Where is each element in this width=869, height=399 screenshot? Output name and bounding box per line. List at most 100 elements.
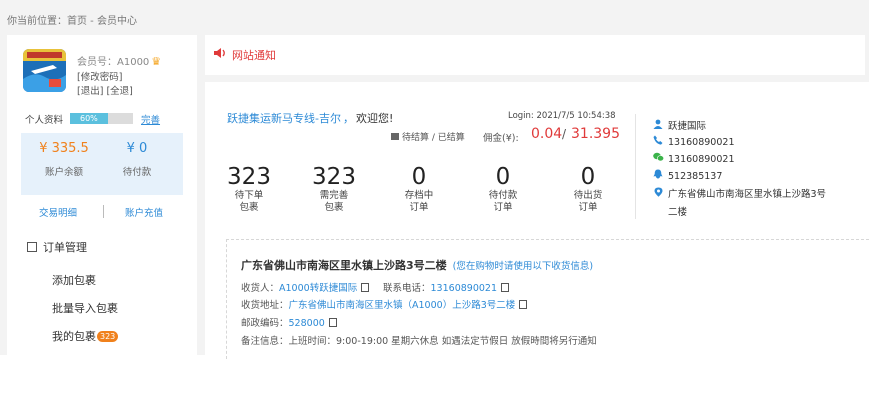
site-notice-title[interactable]: 网站通知	[232, 47, 276, 63]
phone-value: 13160890021	[430, 283, 498, 294]
zip-value: 528000	[288, 318, 325, 329]
welcome-line: 跃捷集运新马专线-吉尔，欢迎您!	[227, 110, 393, 126]
stat-label-line2: 订单	[493, 202, 513, 213]
shipping-address-line: 收货地址：广东省佛山市南海区里水镇（A1000）上沙路3号二楼	[241, 297, 528, 311]
breadcrumb-home-link[interactable]: 首页	[67, 16, 87, 27]
pending-payment-value: ¥ 0	[126, 141, 148, 156]
profile-label: 个人资料	[25, 115, 64, 126]
stat-label-line2: 包裹	[239, 202, 259, 213]
login-time: Login: 2021/7/5 10:54:38	[508, 111, 616, 121]
menu-item-label: 我的包裹	[52, 330, 96, 343]
settlement-status: 待结算 / 已结算	[391, 130, 465, 143]
shipping-address-box: 广东省佛山市南海区里水镇上沙路3号二楼 (您在购物时请使用以下收货信息) 收货人：…	[226, 239, 869, 359]
profile-progress-bar: 60%	[70, 113, 133, 124]
stat-pending-order-packages[interactable]: 323 待下单 包裹	[219, 164, 279, 214]
stat-value: 323	[312, 164, 356, 190]
address-value: 广东省佛山市南海区里水镇（A1000）上沙路3号二楼	[288, 300, 516, 311]
stat-pending-shipment-orders[interactable]: 0 待出货 订单	[558, 164, 618, 214]
logout-links: [退出] [全退]	[77, 83, 133, 97]
contact-phone: 13160890021	[652, 135, 735, 148]
welcome-separator: ，	[342, 112, 354, 125]
menu-header-label: 订单管理	[43, 241, 87, 254]
stat-archived-orders[interactable]: 0 存档中 订单	[389, 164, 449, 214]
logout-link[interactable]: [退出]	[77, 86, 103, 97]
recipient-line: 收货人：A1000转跃捷国际	[241, 280, 370, 294]
recharge-link[interactable]: 账户充值	[125, 205, 163, 219]
commission-slash: /	[562, 127, 567, 141]
settled-commission-value: 31.395	[571, 126, 620, 142]
recipient-label: 收货人：	[241, 283, 280, 294]
location-pin-icon	[652, 187, 664, 200]
member-dashboard: 跃捷集运新马专线-吉尔，欢迎您! Login: 2021/7/5 10:54:3…	[205, 82, 869, 359]
copy-icon[interactable]	[519, 300, 528, 309]
account-links: 交易明细 账户充值	[21, 205, 183, 219]
menu-header-orders[interactable]: 订单管理	[27, 239, 87, 255]
copy-icon[interactable]	[361, 283, 370, 292]
complete-profile-link[interactable]: 完善	[141, 112, 160, 126]
stat-label-line2: 包裹	[324, 202, 344, 213]
menu-item-my-packages[interactable]: 我的包裹 323	[52, 328, 119, 344]
copy-icon[interactable]	[328, 318, 337, 327]
contact-qq: 512385137	[652, 169, 722, 182]
account-balance-label: 账户余额	[44, 167, 83, 178]
contact-address-line2: 二楼	[668, 207, 688, 218]
crown-icon: ♛	[151, 55, 162, 68]
contact-name-text: 跃捷国际	[668, 121, 707, 132]
member-number: 会员号：A1000 ♛	[77, 53, 161, 68]
contact-phone-text: 13160890021	[668, 137, 735, 148]
shipping-hint: (您在购物时请使用以下收货信息)	[452, 261, 594, 272]
breadcrumb-current: 会员中心	[96, 16, 137, 27]
stat-incomplete-packages[interactable]: 323 需完善 包裹	[304, 164, 364, 214]
account-balance: ¥ 335.5 账户余额	[29, 141, 99, 178]
note-label: 备注信息：	[241, 336, 289, 347]
stat-label-line2: 订单	[578, 202, 598, 213]
commission-label: 佣金(¥):	[483, 133, 519, 144]
phone-label: 联系电话：	[383, 283, 431, 294]
contact-address: 广东省佛山市南海区里水镇上沙路3号	[652, 186, 826, 200]
stat-value: 0	[495, 164, 511, 190]
contact-qq-text: 512385137	[668, 171, 723, 182]
settlement-label: 待结算 / 已结算	[402, 133, 465, 143]
stat-label-line1: 待出货	[573, 190, 603, 201]
pending-payment: ¥ 0 待付款	[102, 141, 172, 178]
list-icon	[27, 242, 37, 252]
divider	[635, 114, 636, 219]
profile-completion: 个人资料 60% 完善	[25, 112, 195, 126]
contact-wechat: 13160890021	[652, 152, 735, 165]
contact-address-line1: 广东省佛山市南海区里水镇上沙路3号	[668, 189, 827, 200]
zip-line: 邮政编码：528000	[241, 315, 337, 329]
menu-item-batch-import[interactable]: 批量导入包裹	[52, 300, 118, 316]
stat-unpaid-orders[interactable]: 0 待付款 订单	[473, 164, 533, 214]
stat-value: 323	[227, 164, 271, 190]
balance-box: ¥ 335.5 账户余额 ¥ 0 待付款	[21, 133, 183, 195]
sidebar: 会员号：A1000 ♛ [修改密码] [退出] [全退] 个人资料 60% 完善 …	[7, 35, 197, 355]
avatar[interactable]	[23, 49, 66, 92]
divider	[103, 205, 104, 218]
commission-row: 待结算 / 已结算 佣金(¥): 0.04 / 31.395	[391, 126, 621, 144]
shipping-address-title: 广东省佛山市南海区里水镇上沙路3号二楼 (您在购物时请使用以下收货信息)	[241, 257, 593, 273]
zip-label: 邮政编码：	[241, 318, 289, 329]
note-value: 上班时间：9:00-19:00 星期六休息 如遇法定节假日 放假時間将另行通知	[288, 336, 597, 347]
qq-icon	[652, 169, 664, 182]
change-password-link[interactable]: [修改密码]	[77, 69, 122, 83]
copy-icon[interactable]	[501, 283, 510, 292]
transactions-link[interactable]: 交易明细	[39, 205, 77, 219]
contact-phone-line: 联系电话：13160890021	[383, 280, 510, 294]
pending-commission-value: 0.04	[531, 126, 563, 142]
breadcrumb-prefix: 你当前位置：	[7, 16, 67, 27]
company-name-link[interactable]: 跃捷集运新马专线-吉尔	[227, 112, 341, 125]
stat-value: 0	[580, 164, 596, 190]
note-line: 备注信息：上班时间：9:00-19:00 星期六休息 如遇法定节假日 放假時間将…	[241, 333, 597, 347]
contact-wechat-text: 13160890021	[668, 154, 735, 165]
member-number-text: 会员号：A1000	[77, 57, 150, 68]
pending-payment-label: 待付款	[122, 167, 152, 178]
menu-item-add-package[interactable]: 添加包裹	[52, 272, 96, 288]
stat-label-line1: 待付款	[488, 190, 518, 201]
breadcrumb: 你当前位置：首页 - 会员中心	[7, 12, 137, 27]
logout-all-link[interactable]: [全退]	[106, 86, 132, 97]
stat-label-line1: 存档中	[404, 190, 434, 201]
breadcrumb-separator: -	[87, 16, 97, 27]
wechat-icon	[652, 152, 664, 165]
shipping-address-title-text: 广东省佛山市南海区里水镇上沙路3号二楼	[241, 259, 447, 272]
stat-label-line1: 待下单	[234, 190, 264, 201]
